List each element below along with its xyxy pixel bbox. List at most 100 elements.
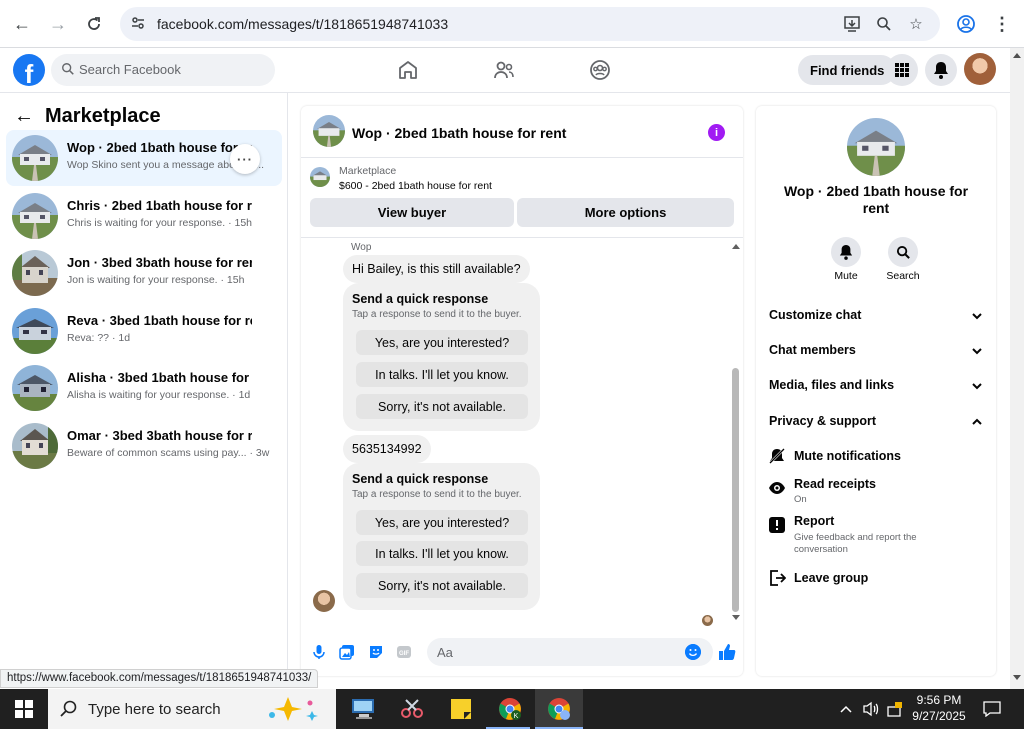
account-avatar[interactable] (964, 53, 996, 85)
quick-response-option[interactable]: Sorry, it's not available. (356, 394, 528, 419)
sender-avatar (313, 590, 335, 612)
chat-header: Wop · 2bed 1bath house for rent i (301, 106, 743, 158)
conversation-item[interactable]: Reva · 3bed 1bath house for rent Reva: ?… (6, 303, 282, 359)
more-options-button[interactable]: More options (517, 198, 734, 227)
address-bar[interactable]: facebook.com/messages/t/1818651948741033… (120, 7, 940, 41)
sticker-icon[interactable] (368, 644, 384, 660)
tray-overflow-icon[interactable] (836, 689, 856, 729)
site-info-icon[interactable] (130, 15, 148, 33)
url-text[interactable]: facebook.com/messages/t/1818651948741033 (157, 16, 448, 32)
house-thumbnail (12, 423, 58, 469)
privacy-support-section[interactable]: Privacy & support (769, 414, 876, 428)
leave-group-item[interactable]: Leave group (794, 571, 868, 585)
scroll-down-icon[interactable] (1013, 675, 1021, 681)
install-app-icon[interactable] (842, 14, 862, 34)
taskbar-clock[interactable]: 9:56 PM 9/27/2025 (904, 692, 974, 724)
search-in-chat-button[interactable] (888, 237, 918, 267)
bell-off-icon (769, 448, 785, 464)
forward-arrow-icon[interactable]: → (46, 12, 70, 36)
reload-icon[interactable] (82, 12, 106, 36)
mute-button[interactable] (831, 237, 861, 267)
house-thumbnail (12, 135, 58, 181)
more-options-icon[interactable]: ··· (230, 144, 260, 174)
chevron-down-icon[interactable] (971, 345, 983, 357)
chevron-up-icon[interactable] (971, 416, 983, 428)
back-arrow-icon[interactable]: ← (14, 105, 36, 128)
chevron-down-icon[interactable] (971, 310, 983, 322)
message-input[interactable]: Aa (427, 638, 713, 666)
quick-response-subtitle: Tap a response to send it to the buyer. (352, 309, 522, 320)
quick-response-option[interactable]: Yes, are you interested? (356, 510, 528, 535)
menu-grid-icon[interactable] (886, 54, 918, 86)
conversation-name: Omar · 3bed 3bath house for rent (67, 428, 252, 443)
conversation-item[interactable]: Omar · 3bed 3bath house for rent Beware … (6, 418, 282, 474)
conversation-item[interactable]: Wop · 2bed 1bath house for rent Wop Skin… (6, 130, 282, 186)
read-receipts-item[interactable]: Read receipts (794, 477, 876, 491)
search-label: Search (886, 270, 920, 282)
conversation-name: Alisha · 3bed 1bath house for rent (67, 370, 252, 385)
customize-chat-section[interactable]: Customize chat (769, 308, 861, 322)
chat-title[interactable]: Wop · 2bed 1bath house for rent (352, 125, 566, 141)
quick-response-option[interactable]: Yes, are you interested? (356, 330, 528, 355)
quick-response-option[interactable]: Sorry, it's not available. (356, 573, 528, 598)
message-scrollbar[interactable] (731, 242, 741, 622)
conversation-item[interactable]: Alisha · 3bed 1bath house for rent Alish… (6, 360, 282, 416)
conversation-item[interactable]: Jon · 3bed 3bath house for rent Jon is w… (6, 245, 282, 301)
facebook-search[interactable]: Search Facebook (51, 54, 275, 86)
report-description: Give feedback and report the conversatio… (794, 532, 917, 555)
quick-response-card: Send a quick response Tap a response to … (343, 463, 540, 610)
chat-house-thumbnail[interactable] (313, 115, 345, 147)
microphone-icon[interactable] (311, 644, 327, 660)
scroll-down-icon[interactable] (731, 614, 741, 622)
volume-icon[interactable] (860, 689, 882, 729)
mute-notifications-item[interactable]: Mute notifications (794, 449, 901, 463)
quick-response-option[interactable]: In talks. I'll let you know. (356, 362, 528, 387)
snipping-tool-icon[interactable] (388, 689, 436, 729)
search-highlight-icon (269, 697, 318, 721)
windows-start-icon[interactable] (0, 689, 48, 729)
conversation-preview: Reva: ?? · 1d (67, 332, 131, 344)
home-icon[interactable] (396, 58, 420, 82)
groups-icon[interactable] (588, 58, 612, 82)
chevron-down-icon[interactable] (971, 380, 983, 392)
media-files-links-section[interactable]: Media, files and links (769, 378, 894, 392)
chat-panel: Wop · 2bed 1bath house for rent i Market… (301, 106, 743, 676)
profile-icon[interactable] (954, 12, 978, 36)
browser-toolbar: ← → facebook.com/messages/t/181865194874… (0, 0, 1024, 48)
link-status-bar: https://www.facebook.com/messages/t/1818… (0, 669, 319, 688)
info-icon[interactable]: i (708, 124, 725, 141)
emoji-icon[interactable] (685, 644, 701, 660)
bookmark-star-icon[interactable]: ☆ (906, 14, 926, 34)
listing-title[interactable]: $600 - 2bed 1bath house for rent (339, 180, 492, 192)
network-icon[interactable] (884, 689, 906, 729)
scroll-up-icon[interactable] (1013, 52, 1021, 58)
chat-details-title: Wop · 2bed 1bath house for rent (783, 183, 969, 216)
conversation-item[interactable]: Chris · 2bed 1bath house for rent Chris … (6, 188, 282, 244)
page-scrollbar[interactable] (1010, 48, 1024, 689)
notification-center-icon[interactable] (978, 689, 1006, 729)
browser-menu-icon[interactable]: ⋮ (990, 12, 1014, 36)
chrome-active-icon[interactable] (535, 689, 583, 729)
back-arrow-icon[interactable]: ← (10, 12, 34, 36)
quick-response-title: Send a quick response (352, 292, 489, 306)
photo-icon[interactable] (339, 644, 355, 660)
zoom-icon[interactable] (874, 14, 894, 34)
file-explorer-icon[interactable] (340, 689, 388, 729)
listing-banner: Marketplace $600 - 2bed 1bath house for … (301, 158, 743, 238)
like-thumb-icon[interactable] (718, 643, 736, 661)
quick-response-option[interactable]: In talks. I'll let you know. (356, 541, 528, 566)
notifications-bell-icon[interactable] (925, 54, 957, 86)
find-friends-button[interactable]: Find friends (798, 55, 897, 85)
taskbar-search[interactable]: Type here to search (48, 689, 336, 729)
sticky-notes-icon[interactable] (437, 689, 485, 729)
view-buyer-button[interactable]: View buyer (310, 198, 514, 227)
report-item[interactable]: Report (794, 514, 834, 528)
facebook-logo[interactable]: f (13, 54, 45, 86)
panel-title: Marketplace (45, 105, 161, 127)
scroll-up-icon[interactable] (731, 242, 741, 250)
chat-members-section[interactable]: Chat members (769, 343, 856, 357)
scrollbar-thumb[interactable] (732, 368, 739, 612)
chrome-profile-icon[interactable]: K (486, 689, 534, 729)
friends-icon[interactable] (492, 58, 516, 82)
gif-icon[interactable]: GIF (396, 644, 412, 660)
